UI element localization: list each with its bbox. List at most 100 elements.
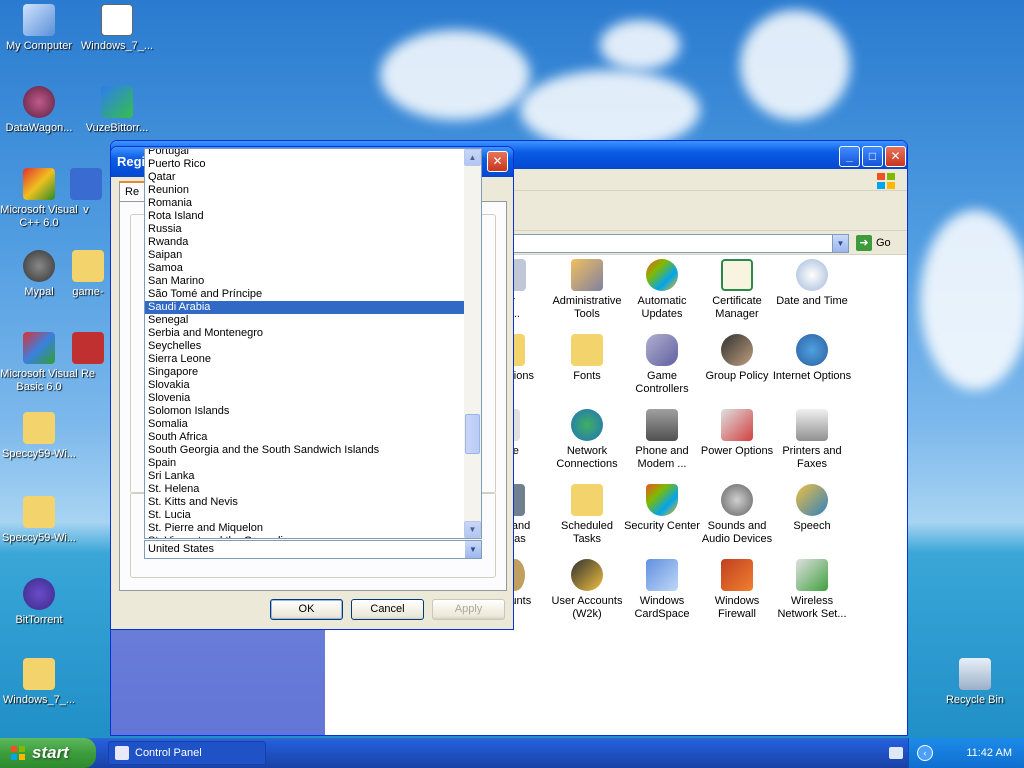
cp-item-security-center[interactable]: Security Center [622,484,702,533]
cp-item-automatic-updates[interactable]: Automatic Updates [622,259,702,321]
user-accounts-icon [571,559,603,591]
speech-icon [796,484,828,516]
cp-item-printers-and-faxes[interactable]: Printers and Faxes [772,409,852,471]
dropdown-option[interactable]: St. Vincent and the Grenadines [145,535,465,538]
desktop-icon-speccy-2[interactable]: Speccy59-Wi... [0,496,78,545]
cp-item-scheduled-tasks[interactable]: Scheduled Tasks [547,484,627,546]
dropdown-option[interactable]: Puerto Rico [145,158,465,171]
location-combo[interactable]: United States ▼ [144,540,482,559]
windows-update-icon [646,259,678,291]
chevron-down-icon[interactable]: ▼ [465,541,481,558]
cp-item-speech[interactable]: Speech [772,484,852,533]
desktop-icon-datawagon[interactable]: DataWagon... [0,86,78,135]
maximize-button[interactable]: □ [862,146,883,167]
ok-button[interactable]: OK [270,599,343,620]
dropdown-option[interactable]: Seychelles [145,340,465,353]
dropdown-option[interactable]: St. Helena [145,483,465,496]
apply-button[interactable]: Apply [432,599,505,620]
desktop-icon-re[interactable]: Re [66,332,110,381]
datawagon-icon [23,86,55,118]
dropdown-option[interactable]: Rwanda [145,236,465,249]
cp-item-fonts[interactable]: Fonts [547,334,627,383]
dropdown-option[interactable]: Rota Island [145,210,465,223]
cp-item-certificate-manager[interactable]: Certificate Manager [697,259,777,321]
cp-item-windows-firewall[interactable]: Windows Firewall [697,559,777,621]
dropdown-option[interactable]: Solomon Islands [145,405,465,418]
cp-item-network-connections[interactable]: Network Connections [547,409,627,471]
cloud [380,30,530,120]
dialog-close-button[interactable]: ✕ [487,151,508,172]
power-icon [721,409,753,441]
cp-item-user-accounts[interactable]: User Accounts (W2k) [547,559,627,621]
phone-icon [646,409,678,441]
dropdown-option[interactable]: St. Pierre and Miquelon [145,522,465,535]
dropdown-option[interactable]: San Marino [145,275,465,288]
minimize-button[interactable]: _ [839,146,860,167]
dropdown-option[interactable]: South Georgia and the South Sandwich Isl… [145,444,465,457]
dialog-title: Regi [117,154,146,169]
dropdown-option[interactable]: Qatar [145,171,465,184]
desktop-icon-my-computer[interactable]: My Computer [0,4,78,53]
taskbar-item-control-panel[interactable]: Control Panel [108,741,266,765]
windows-logo-icon [877,173,895,189]
cp-item-administrative-tools[interactable]: Administrative Tools [547,259,627,321]
cp-item-internet-options[interactable]: Internet Options [772,334,852,383]
windows-logo-icon [11,746,25,760]
dropdown-option[interactable]: Russia [145,223,465,236]
dropdown-option[interactable]: Portugal [145,149,465,158]
dropdown-option[interactable]: Slovakia [145,379,465,392]
dropdown-option[interactable]: Reunion [145,184,465,197]
desktop-icon-bittorrent[interactable]: BitTorrent [0,578,78,627]
dropdown-option[interactable]: Samoa [145,262,465,275]
dropdown-option[interactable]: São Tomé and Príncipe [145,288,465,301]
desktop-icon-recycle-bin[interactable]: Recycle Bin [936,658,1014,707]
dropdown-option[interactable]: Slovenia [145,392,465,405]
system-tray: ‹ 11:42 AM [889,738,1024,768]
zip-folder-icon [23,412,55,444]
cp-item-sounds-and-audio[interactable]: Sounds and Audio Devices [697,484,777,546]
dropdown-option[interactable]: Somalia [145,418,465,431]
cp-item-windows-cardspace[interactable]: Windows CardSpace [622,559,702,621]
scroll-down-icon[interactable]: ▼ [464,521,481,538]
desktop-icon-game[interactable]: game- [66,250,110,299]
cp-item-phone-and-modem[interactable]: Phone and Modem ... [622,409,702,471]
close-button[interactable]: ✕ [885,146,906,167]
clock: 11:42 AM [966,747,1012,759]
country-dropdown-list[interactable]: Portugal Puerto Rico Qatar Reunion Romania Ro… [144,148,482,539]
dropdown-option[interactable]: Romania [145,197,465,210]
cp-item-date-and-time[interactable]: Date and Time [772,259,852,308]
dropdown-option[interactable]: St. Kitts and Nevis [145,496,465,509]
start-button[interactable]: start [0,738,96,768]
dropdown-option[interactable]: Serbia and Montenegro [145,327,465,340]
desktop-icon-speccy-1[interactable]: Speccy59-Wi... [0,412,78,461]
desktop-icon-windows7-iso[interactable]: Windows_7_... [0,658,78,707]
scroll-up-icon[interactable]: ▲ [464,149,481,166]
dropdown-option[interactable]: South Africa [145,431,465,444]
dropdown-option[interactable]: Saudi Arabia [145,301,465,314]
dropdown-option[interactable]: Singapore [145,366,465,379]
dropdown-option[interactable]: Spain [145,457,465,470]
dropdown-option[interactable]: Sri Lanka [145,470,465,483]
keyboard-icon[interactable] [889,747,903,759]
cp-item-power-options[interactable]: Power Options [697,409,777,458]
cp-item-wireless-network[interactable]: Wireless Network Set... [772,559,852,621]
arrow-right-icon: ➜ [856,235,872,252]
desktop-icon-windows7[interactable]: Windows_7_... [78,4,156,53]
cloud [600,20,680,70]
dropdown-option[interactable]: St. Lucia [145,509,465,522]
dropdown-option[interactable]: Sierra Leone [145,353,465,366]
chevron-down-icon[interactable]: ▼ [832,235,848,252]
cancel-button[interactable]: Cancel [351,599,424,620]
dropdown-option[interactable]: Saipan [145,249,465,262]
dropdown-option[interactable]: Senegal [145,314,465,327]
desktop-icon-vuze[interactable]: VuzeBittorr... [78,86,156,135]
chevron-left-icon[interactable]: ‹ [917,745,933,761]
scrollbar-thumb[interactable] [465,414,480,454]
desktop-icon-partial[interactable]: v [66,168,106,217]
cloud [920,210,1024,390]
cp-item-game-controllers[interactable]: Game Controllers [622,334,702,396]
cp-item-group-policy[interactable]: Group Policy [697,334,777,383]
go-button[interactable]: ➜ Go [856,234,904,253]
scrollbar[interactable]: ▲ ▼ [464,149,481,538]
app-icon [70,168,102,200]
